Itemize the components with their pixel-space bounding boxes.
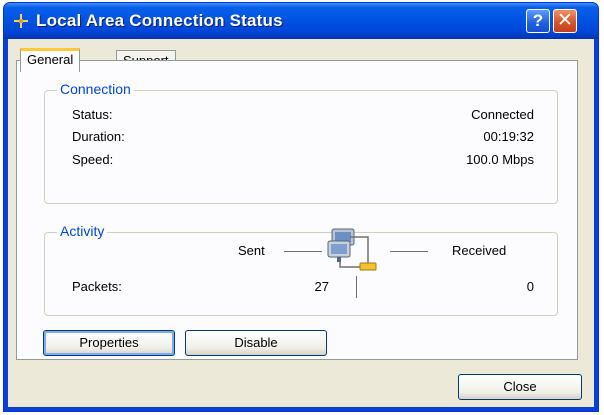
window-close-button[interactable]: ✕: [553, 9, 577, 33]
packets-label: Packets:: [72, 279, 122, 294]
title-bar[interactable]: Local Area Connection Status ? ✕: [4, 3, 598, 39]
packets-divider: [356, 276, 357, 298]
help-button[interactable]: ?: [526, 9, 550, 33]
network-activity-icon: [327, 228, 377, 271]
tab-general[interactable]: General: [20, 48, 81, 72]
sent-connector-line: [284, 251, 322, 252]
packets-received-value: 0: [526, 279, 534, 294]
properties-button[interactable]: Properties: [43, 330, 175, 356]
close-button[interactable]: Close: [458, 374, 582, 400]
sent-label: Sent: [238, 243, 265, 258]
status-value: Connected: [471, 107, 534, 122]
packets-sent-value: 27: [314, 279, 329, 294]
received-label: Received: [452, 243, 507, 258]
duration-value: 00:19:32: [483, 129, 534, 144]
window-title: Local Area Connection Status: [36, 11, 283, 30]
status-label: Status:: [72, 107, 113, 122]
activity-legend: Activity: [57, 223, 108, 239]
connection-legend: Connection: [57, 81, 134, 97]
received-connector-line: [390, 251, 428, 252]
disable-button[interactable]: Disable: [185, 330, 327, 356]
speed-label: Speed:: [72, 152, 114, 167]
network-connection-icon: [14, 14, 28, 28]
duration-label: Duration:: [72, 129, 125, 144]
speed-value: 100.0 Mbps: [466, 152, 534, 167]
